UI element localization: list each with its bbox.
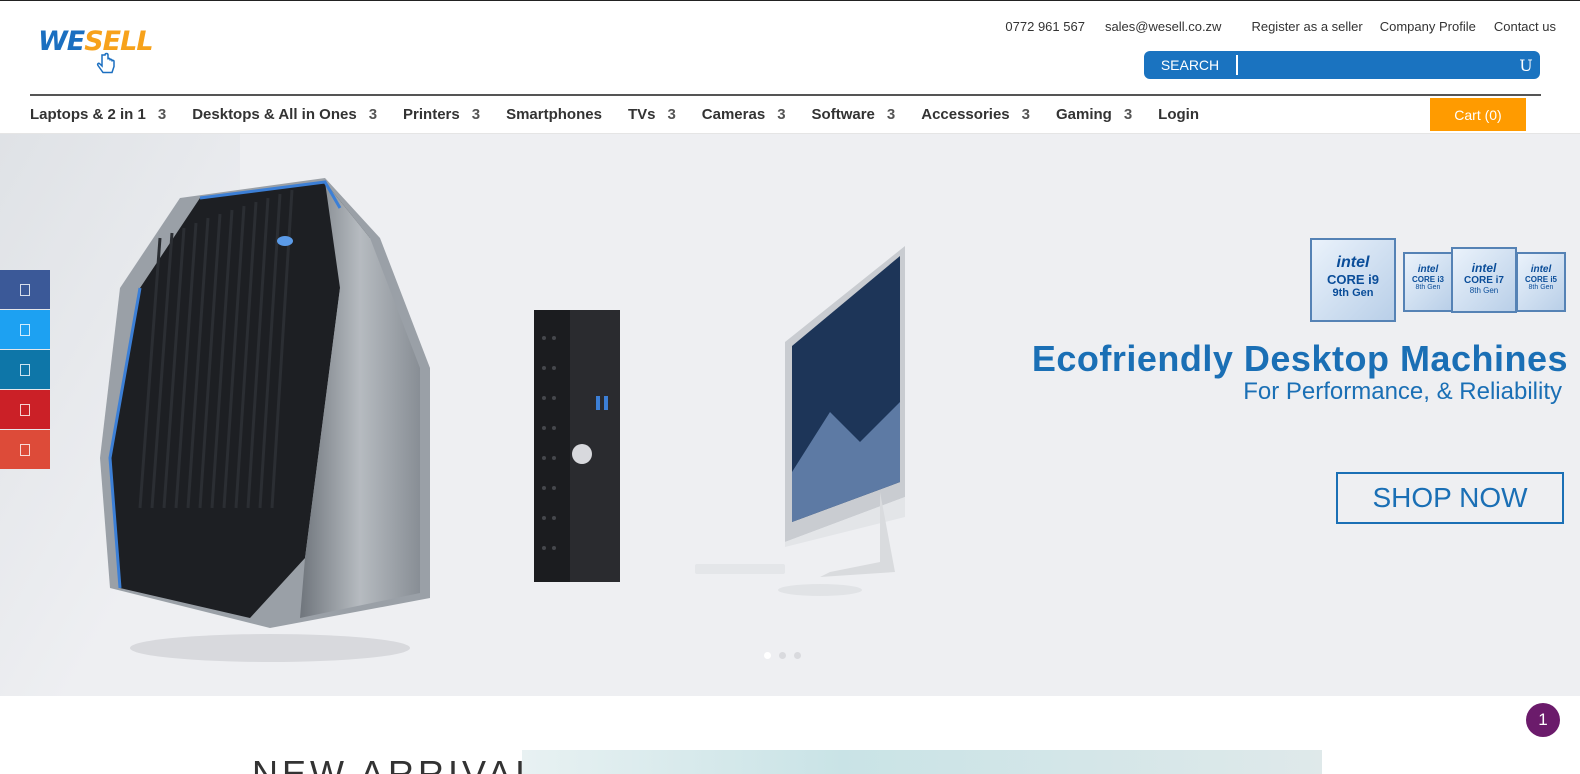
wesell-logo[interactable]: WESELL [38, 26, 154, 80]
company-profile-link[interactable]: Company Profile [1380, 19, 1476, 34]
pinterest-share-button[interactable] [0, 390, 50, 429]
hero-subheadline: For Performance, & Reliability [1243, 378, 1562, 405]
hero-headline: Ecofriendly Desktop Machines [1031, 338, 1568, 379]
nav-label: Gaming [1055, 106, 1112, 123]
pointer-hand-icon [96, 52, 115, 74]
slider-dot-3[interactable] [794, 652, 801, 659]
intel-line2: 8th Gen [1469, 286, 1499, 295]
nav-item-desktops[interactable]: Desktops & All in Ones 3 [192, 106, 377, 123]
slider-dot-2[interactable] [779, 652, 786, 659]
search-bar: SEARCH U [1144, 51, 1540, 79]
nav-item-software[interactable]: Software 3 [812, 106, 896, 123]
nav-label: Printers [403, 106, 460, 123]
phone-link[interactable]: 0772 961 567 [1005, 19, 1085, 34]
hero-slider[interactable]: intel CORE i9 9th Gen intel CORE i3 8th … [0, 134, 1580, 696]
dropdown-caret-icon: 3 [777, 106, 786, 123]
nav-label: TVs [627, 106, 656, 123]
intel-badge-i7: intel CORE i7 8th Gen [1451, 247, 1517, 313]
linkedin-icon [20, 363, 30, 376]
google-plus-icon [20, 443, 30, 456]
dropdown-caret-icon: 3 [1123, 106, 1133, 123]
intel-badge-i5: intel CORE i5 8th Gen [1516, 252, 1566, 312]
intel-line1: CORE i7 [1463, 275, 1504, 286]
nav-label: Laptops & 2 in 1 [30, 106, 146, 123]
nav-item-gaming[interactable]: Gaming 3 [1056, 106, 1132, 123]
intel-line1: CORE i5 [1524, 275, 1557, 284]
linkedin-share-button[interactable] [0, 350, 50, 389]
nav-item-accessories[interactable]: Accessories 3 [921, 106, 1030, 123]
nav-label: Desktops & All in Ones [192, 106, 357, 123]
nav-item-laptops[interactable]: Laptops & 2 in 1 3 [30, 106, 166, 123]
search-divider [1236, 55, 1238, 75]
top-border [0, 0, 1580, 1]
search-submit-icon[interactable]: U [1512, 56, 1540, 75]
nav-item-login[interactable]: Login [1158, 106, 1199, 123]
twitter-share-button[interactable] [0, 310, 50, 349]
logo-we: WE [38, 26, 85, 57]
intel-line1: CORE i3 [1411, 275, 1444, 284]
main-nav: Laptops & 2 in 1 3 Desktops & All in Ones… [30, 106, 1225, 123]
nav-item-smartphones[interactable]: Smartphones [506, 106, 602, 123]
intel-badge-i3: intel CORE i3 8th Gen [1403, 252, 1453, 312]
dropdown-caret-icon: 3 [157, 106, 167, 123]
logo-sell: SELL [84, 26, 153, 57]
dropdown-caret-icon: 3 [368, 106, 378, 123]
cart-button[interactable]: Cart (0) [1430, 98, 1526, 131]
search-input[interactable] [1244, 52, 1512, 78]
contact-us-link[interactable]: Contact us [1494, 19, 1556, 34]
facebook-icon [20, 283, 30, 296]
notification-badge[interactable]: 1 [1526, 703, 1560, 737]
shop-now-button[interactable]: SHOP NOW [1336, 472, 1564, 524]
slider-pagination [764, 652, 801, 659]
intel-line2: 8th Gen [1528, 284, 1554, 291]
intel-line1: CORE i9 [1326, 272, 1379, 287]
nav-item-cameras[interactable]: Cameras 3 [702, 106, 786, 123]
section-title: NEW ARRIVALS [252, 753, 568, 774]
intel-line2: 8th Gen [1415, 284, 1441, 291]
pinterest-icon [20, 403, 30, 416]
top-links: 0772 961 567 sales@wesell.co.zw Register… [1005, 19, 1556, 34]
intel-brand: intel [1417, 264, 1439, 275]
new-arrivals-banner-image [522, 750, 1322, 774]
imac-image [695, 246, 905, 596]
social-share-bar [0, 270, 50, 470]
dell-sff-desktop-image [534, 310, 620, 582]
nav-item-tvs[interactable]: TVs 3 [628, 106, 676, 123]
intel-brand: intel [1471, 261, 1497, 275]
email-link[interactable]: sales@wesell.co.zw [1105, 19, 1222, 34]
facebook-share-button[interactable] [0, 270, 50, 309]
intel-brand: intel [1336, 254, 1370, 271]
nav-label: Software [811, 106, 875, 123]
slider-dot-1[interactable] [764, 652, 771, 659]
intel-brand: intel [1530, 264, 1552, 275]
intel-line2: 9th Gen [1332, 287, 1374, 299]
nav-label: Cameras [701, 106, 766, 123]
nav-item-printers[interactable]: Printers 3 [403, 106, 480, 123]
dropdown-caret-icon: 3 [471, 106, 481, 123]
dropdown-caret-icon: 3 [886, 106, 896, 123]
google-plus-share-button[interactable] [0, 430, 50, 469]
dropdown-caret-icon: 3 [667, 106, 676, 123]
search-label: SEARCH [1160, 57, 1220, 73]
twitter-icon [20, 323, 30, 336]
intel-badge-i9: intel CORE i9 9th Gen [1310, 238, 1396, 322]
gaming-desktop-image [100, 178, 430, 662]
register-seller-link[interactable]: Register as a seller [1251, 19, 1362, 34]
nav-label: Login [1158, 106, 1199, 123]
nav-label: Smartphones [506, 106, 602, 123]
dropdown-caret-icon: 3 [1021, 106, 1030, 123]
nav-label: Accessories [921, 106, 1010, 123]
header-divider [30, 94, 1541, 96]
